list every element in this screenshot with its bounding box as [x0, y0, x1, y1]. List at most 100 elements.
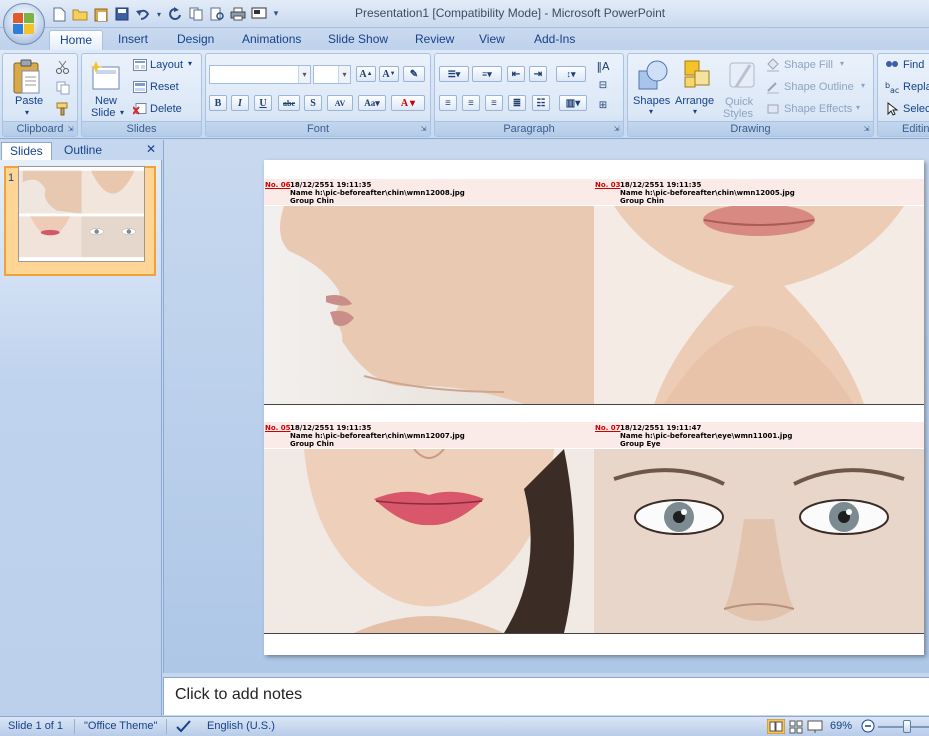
- redo-icon[interactable]: [166, 5, 184, 23]
- font-name-combo[interactable]: ▾: [209, 65, 311, 84]
- shape-fill-button[interactable]: Shape Fill: [784, 59, 833, 71]
- tab-insert[interactable]: Insert: [108, 30, 158, 50]
- new-slide-label-1[interactable]: New: [95, 95, 117, 107]
- lips-chin-photo[interactable]: [264, 449, 594, 633]
- tab-outline-pane[interactable]: Outline: [56, 142, 110, 160]
- layout-button[interactable]: Layout: [150, 59, 183, 71]
- shapes-button[interactable]: Shapes: [633, 95, 670, 107]
- bold-icon[interactable]: B: [209, 95, 227, 111]
- language-status[interactable]: English (U.S.): [207, 720, 275, 732]
- new-slide-dropdown-icon[interactable]: ▾: [120, 108, 124, 117]
- arrange-dropdown-icon[interactable]: ▾: [693, 107, 697, 116]
- grow-font-icon[interactable]: A ▲: [356, 66, 376, 82]
- font-launcher-icon[interactable]: ⇲: [419, 125, 428, 134]
- paste-dropdown-icon[interactable]: ▾: [25, 108, 29, 117]
- office-button[interactable]: [3, 3, 45, 45]
- zoom-out-icon[interactable]: [861, 719, 875, 736]
- zoom-level[interactable]: 69%: [830, 720, 852, 732]
- slide-thumbnail[interactable]: [18, 166, 145, 262]
- new-slide-label-2[interactable]: Slide: [91, 107, 115, 119]
- quick-styles-label-1[interactable]: Quick: [725, 96, 753, 108]
- tab-view[interactable]: View: [469, 30, 515, 50]
- normal-view-icon[interactable]: [766, 718, 786, 736]
- print-preview-icon[interactable]: [208, 5, 226, 23]
- paste-button[interactable]: Paste: [15, 95, 43, 107]
- find-button[interactable]: Find: [903, 59, 924, 71]
- tab-slides-pane[interactable]: Slides: [1, 142, 52, 160]
- clear-formatting-icon[interactable]: ✎: [403, 66, 425, 82]
- tab-slide-show[interactable]: Slide Show: [318, 30, 398, 50]
- slide-show-view-icon[interactable]: [807, 719, 823, 736]
- shapes-dropdown-icon[interactable]: ▾: [649, 107, 653, 116]
- customize-qat-icon[interactable]: ▾: [271, 5, 281, 23]
- spell-check-icon[interactable]: [176, 719, 192, 736]
- slideshow-icon-qat[interactable]: [250, 5, 268, 23]
- shadow-icon[interactable]: S: [304, 95, 322, 111]
- align-left-icon[interactable]: ≡: [439, 95, 457, 111]
- select-button[interactable]: Selec: [903, 103, 929, 115]
- format-painter-icon[interactable]: [55, 102, 71, 116]
- clipboard-launcher-icon[interactable]: ⇲: [66, 125, 75, 134]
- numbering-icon[interactable]: ≡▾: [472, 66, 502, 82]
- shape-outline-dropdown-icon[interactable]: ▾: [861, 81, 865, 90]
- decrease-indent-icon[interactable]: ⇤: [507, 66, 525, 82]
- columns-icon[interactable]: ▥▾: [559, 95, 587, 111]
- undo-icon[interactable]: [134, 5, 152, 23]
- tab-design[interactable]: Design: [167, 30, 224, 50]
- quick-styles-label-2[interactable]: Styles: [723, 108, 753, 120]
- slide-canvas[interactable]: No. 06 18/12/2551 19:11:35 Name h:\pic-b…: [264, 160, 924, 655]
- eyes-photo[interactable]: [594, 449, 924, 633]
- font-size-combo[interactable]: ▾: [313, 65, 351, 84]
- notes-placeholder[interactable]: Click to add notes: [175, 686, 302, 704]
- font-name-dropdown-icon[interactable]: ▾: [298, 66, 310, 83]
- italic-icon[interactable]: I: [231, 95, 249, 111]
- shape-outline-button[interactable]: Shape Outline: [784, 81, 854, 93]
- quick-styles-icon[interactable]: [725, 58, 759, 94]
- increase-indent-icon[interactable]: ⇥: [529, 66, 547, 82]
- undo-dropdown-icon[interactable]: ▾: [155, 5, 163, 23]
- distributed-icon[interactable]: ☷: [532, 95, 550, 111]
- paragraph-launcher-icon[interactable]: ⇲: [612, 125, 621, 134]
- new-icon[interactable]: [50, 5, 68, 23]
- justify-icon[interactable]: ≣: [508, 95, 526, 111]
- shrink-font-icon[interactable]: A ▼: [379, 66, 399, 82]
- new-slide-icon[interactable]: [90, 58, 122, 94]
- tab-home[interactable]: Home: [49, 30, 104, 50]
- align-right-icon[interactable]: ≡: [485, 95, 503, 111]
- shape-fill-dropdown-icon[interactable]: ▾: [840, 59, 844, 68]
- chin-profile-photo[interactable]: [264, 206, 594, 404]
- tab-animations[interactable]: Animations: [232, 30, 311, 50]
- close-pane-icon[interactable]: ✕: [146, 142, 156, 156]
- strikethrough-icon[interactable]: abc: [278, 95, 300, 111]
- font-size-dropdown-icon[interactable]: ▾: [338, 66, 350, 83]
- bullets-icon[interactable]: ☰▾: [439, 66, 469, 82]
- line-spacing-icon[interactable]: ↕▾: [556, 66, 586, 82]
- shapes-icon[interactable]: [636, 58, 670, 94]
- save-icon[interactable]: [113, 5, 131, 23]
- zoom-slider-handle[interactable]: [903, 720, 911, 733]
- convert-smartart-icon[interactable]: ⊞: [592, 98, 614, 112]
- drawing-launcher-icon[interactable]: ⇲: [862, 125, 871, 134]
- tab-add-ins[interactable]: Add-Ins: [524, 30, 585, 50]
- print-icon[interactable]: [229, 5, 247, 23]
- shape-effects-dropdown-icon[interactable]: ▾: [856, 103, 860, 112]
- replace-button[interactable]: Repla: [903, 81, 929, 93]
- chin-front-photo[interactable]: [594, 206, 924, 404]
- align-text-icon[interactable]: ⊟: [592, 78, 614, 92]
- character-spacing-icon[interactable]: AV: [327, 95, 353, 111]
- align-center-icon[interactable]: ≡: [462, 95, 480, 111]
- layout-dropdown-icon[interactable]: ▾: [188, 59, 192, 68]
- notes-pane[interactable]: Click to add notes: [163, 677, 929, 715]
- arrange-icon[interactable]: [680, 58, 714, 94]
- underline-icon[interactable]: U: [254, 95, 272, 111]
- change-case-icon[interactable]: Aa▾: [358, 95, 386, 111]
- paste-icon-qat[interactable]: [92, 5, 110, 23]
- open-icon[interactable]: [71, 5, 89, 23]
- cut-icon[interactable]: [55, 60, 71, 74]
- slide-sorter-icon[interactable]: [788, 719, 804, 736]
- arrange-button[interactable]: Arrange: [675, 95, 714, 107]
- delete-button[interactable]: Delete: [150, 103, 182, 115]
- tab-review[interactable]: Review: [405, 30, 464, 50]
- copy-icon-qat[interactable]: [187, 5, 205, 23]
- font-color-icon[interactable]: A ▾: [391, 95, 425, 111]
